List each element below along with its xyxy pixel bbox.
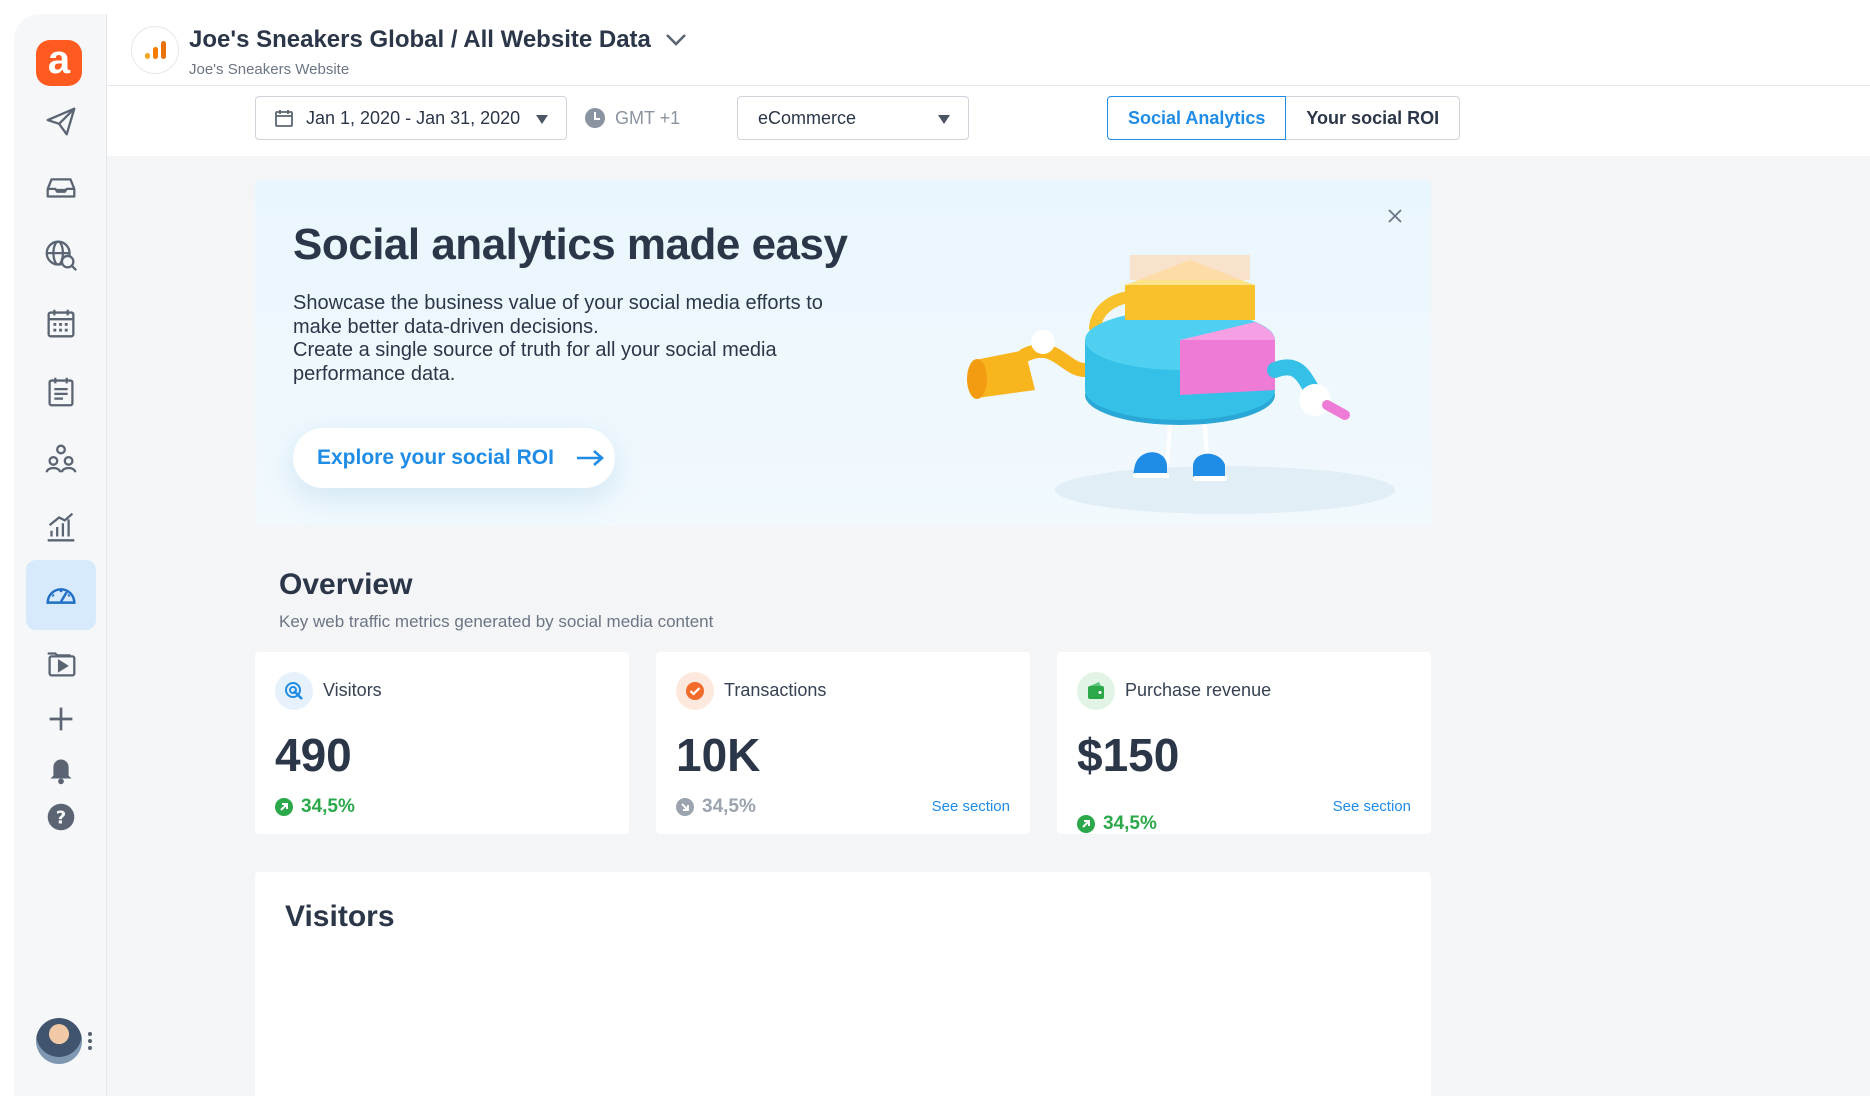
tab-social-analytics[interactable]: Social Analytics (1107, 96, 1287, 140)
pie-chart-mascot-illustration (967, 255, 1395, 514)
publish-icon[interactable] (26, 86, 96, 156)
tab-social-roi[interactable]: Your social ROI (1286, 96, 1461, 140)
calendar-icon (275, 110, 293, 127)
app-window: a ? Joe's Sneakers Global / All Website … (14, 14, 1870, 1096)
metric-label: Visitors (323, 680, 382, 700)
help-icon[interactable]: ? (26, 782, 96, 852)
cursor-click-icon (275, 672, 313, 710)
metric-label: Transactions (724, 680, 827, 700)
property-subtitle: Joe's Sneakers Website (189, 61, 350, 78)
date-range-picker[interactable]: Jan 1, 2020 - Jan 31, 2020 (255, 96, 567, 140)
logo-letter: a (47, 38, 71, 82)
listening-icon[interactable] (26, 220, 96, 290)
wallet-icon (1077, 672, 1115, 710)
analytics-source-icon (131, 26, 179, 74)
team-icon[interactable] (26, 424, 96, 494)
date-range-value: Jan 1, 2020 - Jan 31, 2020 (306, 107, 521, 128)
planner-icon[interactable] (26, 356, 96, 426)
calendar-icon[interactable] (26, 288, 96, 358)
chevron-down-icon (665, 34, 686, 46)
overview-title: Overview (279, 568, 413, 601)
caret-down-icon (938, 115, 950, 124)
timezone-value: GMT +1 (615, 107, 681, 128)
metric-change-value: 34,5% (301, 796, 355, 817)
metric-card-visitors: Visitors 490 34,5% (255, 652, 629, 834)
metric-change-value: 34,5% (702, 796, 756, 817)
banner-paragraph: Showcase the business value of your soci… (293, 292, 823, 338)
banner-title: Social analytics made easy (293, 220, 848, 269)
banner-paragraph: Create a single source of truth for all … (293, 339, 777, 385)
see-section-link[interactable]: See section (932, 798, 1010, 815)
check-circle-icon (676, 672, 714, 710)
overview-subtitle: Key web traffic metrics generated by soc… (279, 612, 714, 631)
view-tabs: Social Analytics Your social ROI (1107, 96, 1461, 140)
app-logo[interactable]: a (36, 40, 82, 86)
metric-value: 10K (676, 729, 761, 781)
explore-roi-button[interactable]: Explore your social ROI (293, 428, 615, 488)
cta-label: Explore your social ROI (317, 446, 554, 469)
metric-card-transactions: Transactions 10K 34,5% See section (656, 652, 1030, 834)
trend-neutral-icon (676, 798, 694, 816)
clock-icon (585, 108, 605, 128)
timezone: GMT +1 (585, 96, 680, 140)
view-type-value: eCommerce (758, 107, 857, 128)
view-type-select[interactable]: eCommerce (737, 96, 969, 140)
header: Joe's Sneakers Global / All Website Data… (107, 14, 1870, 86)
inbox-icon[interactable] (26, 152, 96, 222)
svg-text:?: ? (56, 808, 66, 829)
metric-change: 34,5% (275, 796, 355, 818)
main-content: Social analytics made easy Showcase the … (107, 156, 1870, 1096)
more-icon[interactable] (88, 1032, 94, 1052)
metric-value: $150 (1077, 729, 1180, 781)
caret-down-icon (536, 115, 548, 124)
see-section-link[interactable]: See section (1333, 798, 1411, 815)
metric-card-purchase-revenue: Purchase revenue $150 34,5% See section (1057, 652, 1431, 834)
visitors-section-title: Visitors (285, 900, 395, 933)
metric-value: 490 (275, 729, 352, 781)
metric-change-value: 34,5% (1103, 813, 1157, 834)
promo-banner: Social analytics made easy Showcase the … (255, 180, 1431, 526)
banner-description: Showcase the business value of your soci… (293, 292, 853, 386)
trend-up-icon (275, 798, 293, 816)
property-selector[interactable]: Joe's Sneakers Global / All Website Data (189, 26, 687, 54)
metric-change: 34,5% (1077, 813, 1157, 835)
user-avatar[interactable] (36, 1018, 82, 1064)
metric-change: 34,5% (676, 796, 756, 818)
reports-icon[interactable] (26, 492, 96, 562)
property-title: Joe's Sneakers Global / All Website Data (189, 26, 651, 53)
sidebar: a ? (14, 14, 107, 1096)
toolbar: Jan 1, 2020 - Jan 31, 2020 GMT +1 eComme… (107, 86, 1870, 156)
trend-up-icon (1077, 815, 1095, 833)
dashboard-icon[interactable] (26, 560, 96, 630)
metric-label: Purchase revenue (1125, 680, 1272, 700)
visitors-section: Visitors (255, 872, 1431, 1096)
arrow-right-icon (576, 450, 604, 466)
